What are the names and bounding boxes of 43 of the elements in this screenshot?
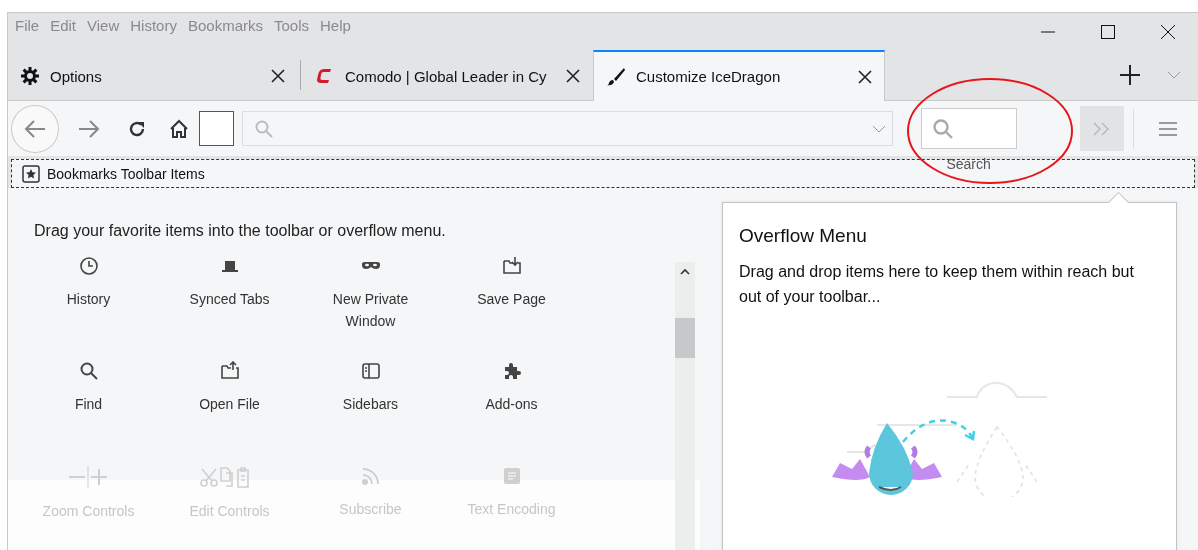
search-field[interactable] [920,108,1017,149]
palette-item[interactable]: History [18,250,159,355]
back-arrow-icon[interactable] [23,118,46,139]
scrollbar[interactable] [675,262,695,550]
clock-icon [78,256,99,276]
brush-icon [606,66,626,87]
chevron-down-icon[interactable] [871,124,886,133]
rss-icon [360,466,381,486]
home-icon[interactable] [169,118,190,139]
instruction-text: Drag your favorite items into the toolbar or overflow menu. [34,222,447,240]
panel-description: Drag and drop items here to keep them within reach but out of your toolbar... [739,262,1135,307]
search-icon [78,361,99,381]
sidebar-icon [360,361,381,381]
close-tab-icon[interactable] [271,69,285,83]
palette-item[interactable]: Add-ons [441,355,582,460]
save-page-icon [501,256,522,276]
palette-item[interactable]: New Private Window [300,250,441,355]
browser-tab[interactable]: Comodo | Global Leader in Cy [303,50,593,100]
gear-icon [20,66,40,86]
search-icon [931,117,954,140]
close-tab-icon[interactable] [566,69,580,83]
close-tab-icon[interactable] [858,69,872,84]
forward-arrow-icon[interactable] [77,118,100,139]
url-field[interactable] [241,111,893,146]
scrollbar-thumb[interactable] [675,318,695,358]
back-button[interactable] [11,104,59,153]
palette-item[interactable]: Open File [159,355,300,460]
palette-item[interactable]: Find [18,355,159,460]
browser-tab[interactable]: Customize IceDragon [593,50,885,101]
bookmarks-toolbar-label: Bookmarks Toolbar Items [47,165,205,182]
folder-upload-icon [219,361,240,381]
search-icon [254,119,273,138]
palette-item[interactable]: Sidebars [300,355,441,460]
browser-tab[interactable]: Options [8,50,298,100]
blank-toolbar-item [198,111,234,146]
palette-item[interactable]: Save Page [441,250,582,355]
text-encoding-icon [501,466,522,486]
palette-item[interactable]: Synced Tabs [159,250,300,355]
maximize-icon[interactable] [1101,24,1115,39]
search-label: Search [945,156,992,172]
close-icon[interactable] [1161,24,1175,39]
plus-icon[interactable] [1120,65,1140,85]
panel-title: Overflow Menu [739,225,868,247]
